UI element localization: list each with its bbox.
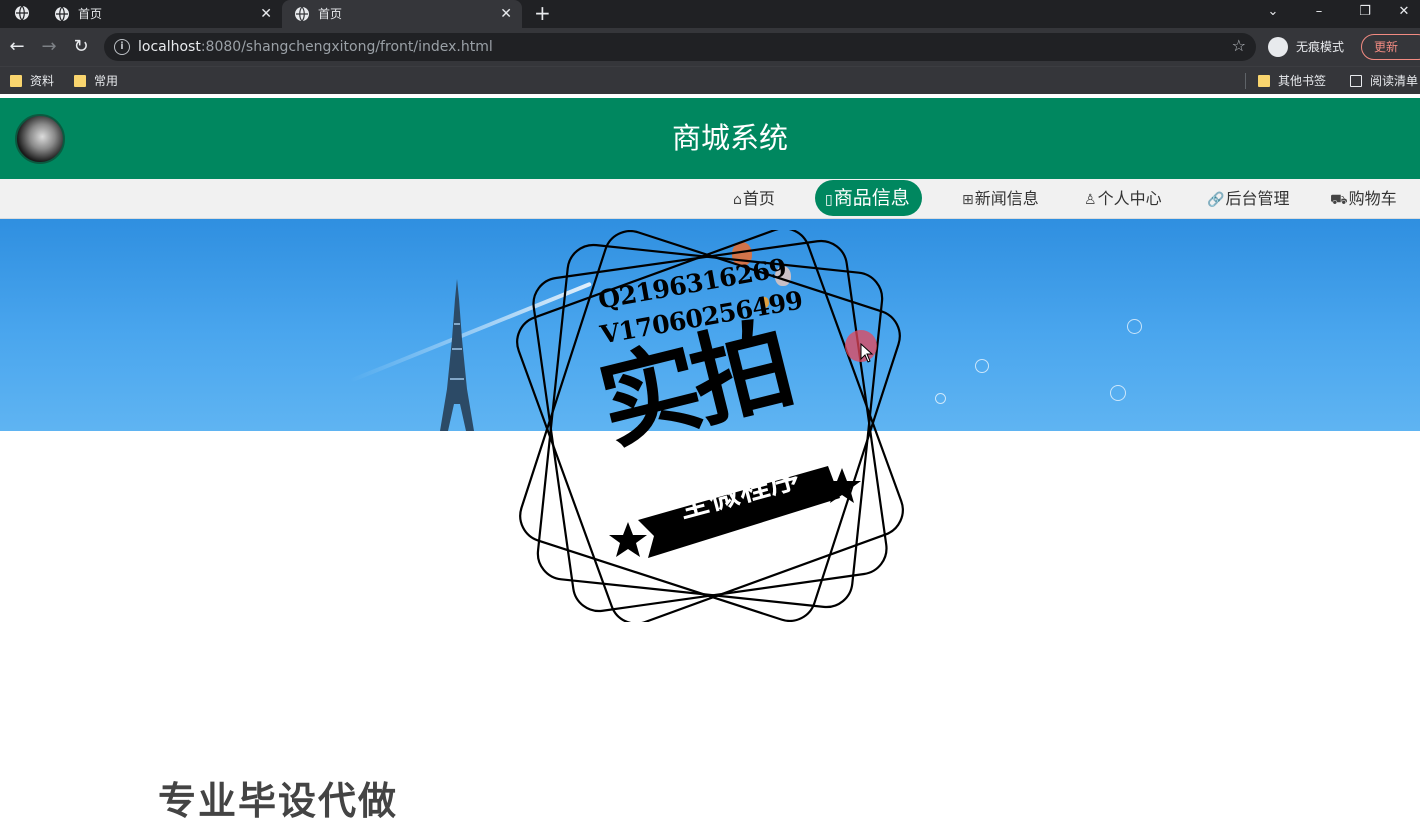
tab-search-button[interactable]: ⌄ [1250, 0, 1296, 28]
bookmark-folder[interactable]: 常用 [72, 67, 118, 95]
main-nav: ⌂首页 ▯商品信息 ⊞新闻信息 ♙个人中心 🔗后台管理 ⛟购物车 [0, 179, 1420, 219]
nav-item-label: 个人中心 [1097, 189, 1162, 208]
reading-list-icon [1350, 75, 1362, 87]
incognito-label: 无痕模式 [1296, 40, 1345, 54]
bookmark-divider [1245, 73, 1246, 89]
info-icon[interactable]: i [114, 39, 130, 55]
doc-icon: ▯ [825, 192, 833, 208]
nav-item-profile[interactable]: ♙个人中心 [1084, 179, 1162, 219]
nav-item-label: 首页 [742, 189, 775, 208]
browser-tab-strip: 首页 ✕ 首页 ✕ + ⌄ – ❐ ✕ [0, 0, 1420, 28]
nav-item-news[interactable]: ⊞新闻信息 [962, 179, 1039, 219]
tab-title: 首页 [318, 7, 343, 21]
bookmark-label: 阅读清单 [1370, 74, 1419, 88]
gift-icon: ⊞ [962, 192, 974, 208]
close-icon[interactable]: ✕ [500, 0, 512, 28]
nav-item-admin[interactable]: 🔗后台管理 [1207, 179, 1289, 219]
address-bar[interactable]: i localhost:8080/shangchengxitong/front/… [104, 33, 1256, 61]
nav-item-label: 新闻信息 [974, 189, 1039, 208]
globe-icon [55, 6, 69, 22]
back-arrow-icon[interactable]: ← [6, 36, 28, 58]
bubble-image [1127, 319, 1142, 334]
new-tab-button[interactable]: + [534, 0, 554, 28]
bookmark-folder[interactable]: 资料 [8, 67, 54, 95]
cursor-arrow-icon [860, 343, 874, 363]
eiffel-tower-image [440, 279, 474, 431]
nav-item-label: 购物车 [1348, 189, 1397, 208]
promo-heading: 专业毕设代做 [158, 779, 399, 823]
bubble-image [1110, 385, 1126, 401]
tab-title: 首页 [78, 7, 103, 21]
url-host: localhost [138, 39, 201, 55]
incognito-icon [1268, 37, 1288, 57]
restore-button[interactable]: ❐ [1342, 0, 1388, 28]
site-title: 商城系统 [671, 121, 788, 155]
window-close-button[interactable]: ✕ [1388, 0, 1420, 28]
folder-icon [74, 75, 86, 87]
globe-icon[interactable] [14, 5, 30, 21]
star-icon[interactable]: ☆ [1232, 36, 1246, 55]
user-icon: ♙ [1084, 192, 1097, 208]
bookmark-label: 常用 [94, 74, 119, 88]
minimize-button[interactable]: – [1296, 0, 1342, 28]
bubble-image [935, 393, 946, 404]
bookmark-label: 资料 [30, 74, 55, 88]
bubble-image [975, 359, 989, 373]
bookmarks-bar: 资料 常用 其他书签 阅读清单 [0, 66, 1420, 94]
tab-home-2[interactable]: 首页 ✕ [282, 0, 522, 28]
bookmark-label: 其他书签 [1278, 74, 1327, 88]
forward-arrow-icon[interactable]: → [38, 36, 60, 58]
reload-icon[interactable]: ↻ [70, 36, 92, 58]
nav-item-label: 后台管理 [1225, 189, 1290, 208]
reading-list-button[interactable]: 阅读清单 [1348, 67, 1418, 95]
bookmark-folder[interactable]: 其他书签 [1256, 67, 1326, 95]
nav-item-label: 商品信息 [833, 187, 910, 209]
tab-home-1[interactable]: 首页 ✕ [42, 0, 282, 28]
site-header: 商城系统 [0, 98, 1420, 179]
url-text[interactable]: localhost:8080/shangchengxitong/front/in… [138, 33, 493, 61]
folder-icon [10, 75, 22, 87]
incognito-indicator[interactable]: 无痕模式 [1266, 35, 1358, 59]
home-icon: ⌂ [733, 192, 742, 208]
globe-icon [295, 6, 309, 22]
nav-item-cart[interactable]: ⛟购物车 [1330, 179, 1397, 219]
folder-icon [1258, 75, 1270, 87]
nav-item-home[interactable]: ⌂首页 [733, 179, 775, 219]
nav-item-products[interactable]: ▯商品信息 [815, 180, 922, 216]
close-icon[interactable]: ✕ [260, 0, 272, 28]
browser-toolbar: ← → ↻ i localhost:8080/shangchengxitong/… [0, 28, 1420, 66]
cart-icon: ⛟ [1330, 192, 1348, 208]
link-icon: 🔗 [1207, 192, 1225, 208]
update-button[interactable]: 更新 [1361, 34, 1420, 60]
url-path: :8080/shangchengxitong/front/index.html [200, 39, 493, 55]
